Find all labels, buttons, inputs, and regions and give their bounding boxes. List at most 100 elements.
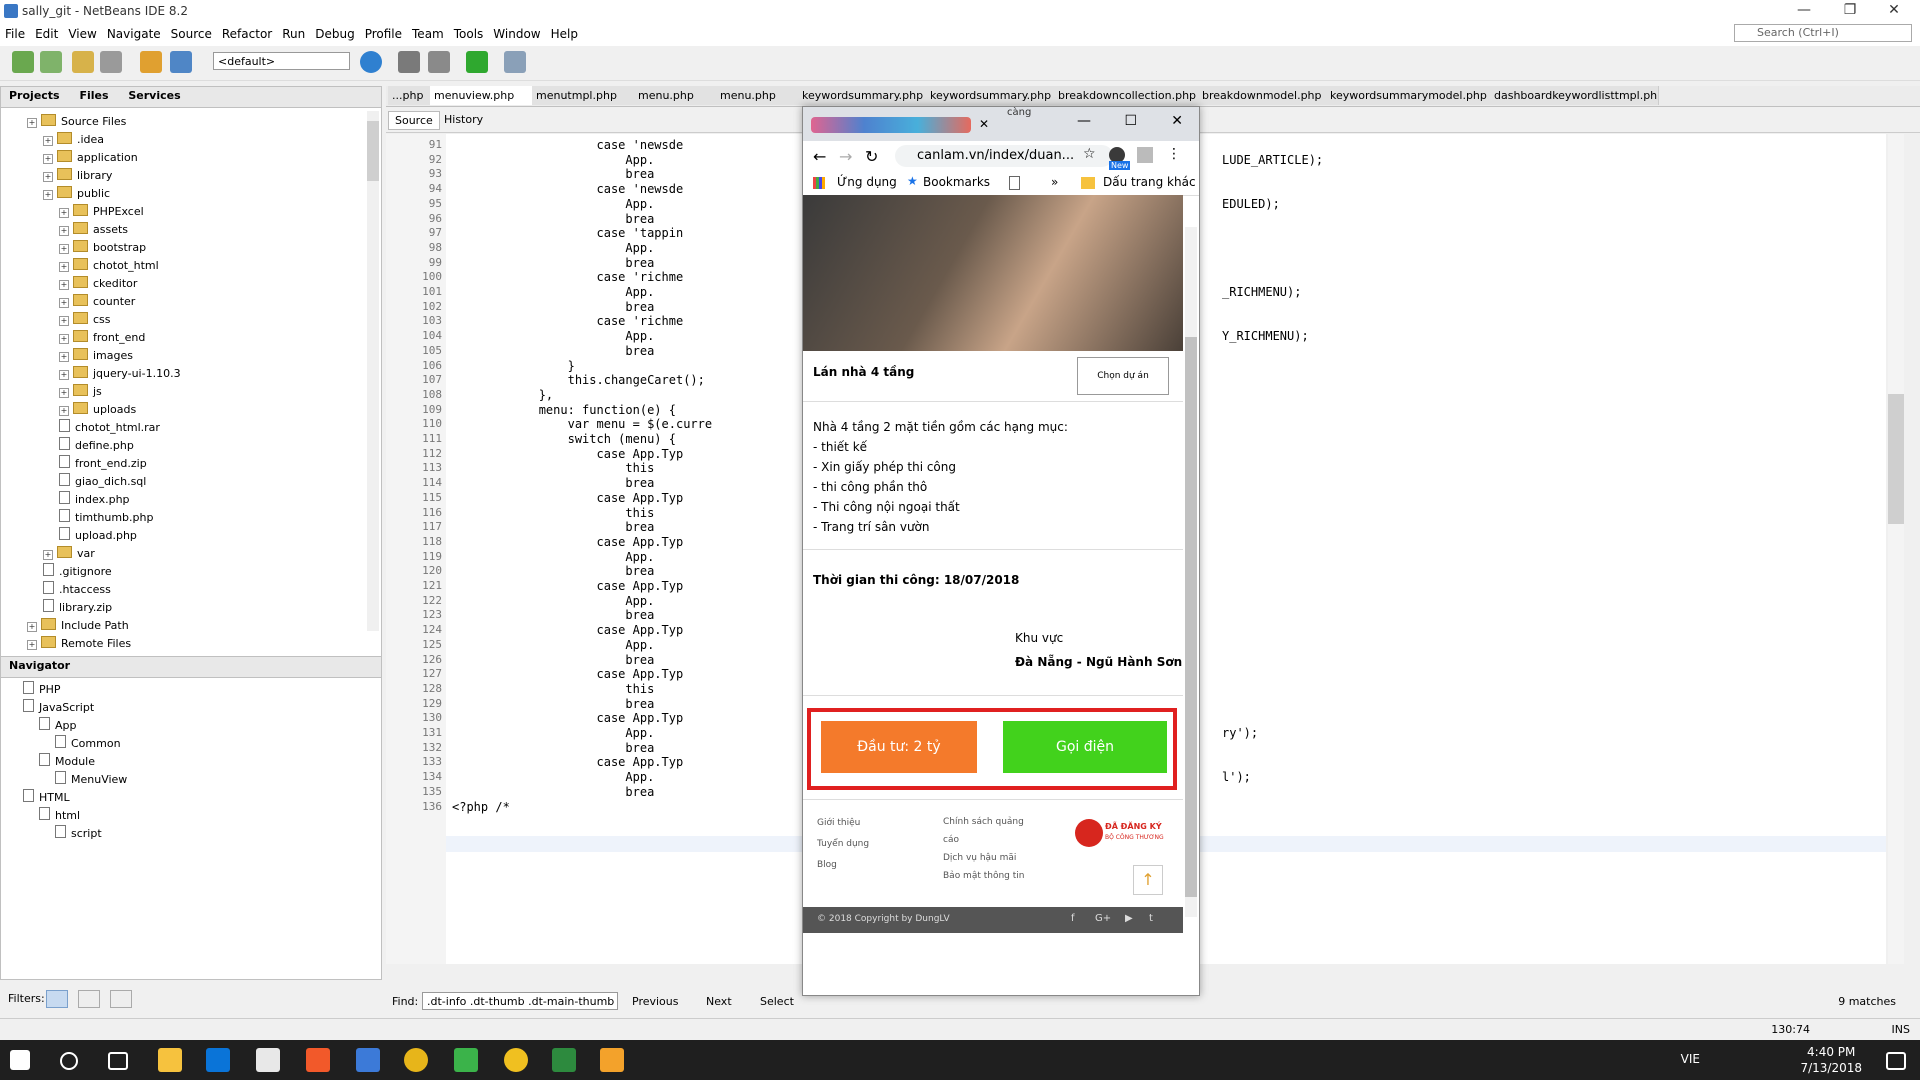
tree-item[interactable]: + Include Path [27,617,129,635]
expand-toggle-icon[interactable]: + [59,226,69,236]
menu-run[interactable]: Run [277,24,310,41]
expand-toggle-icon[interactable]: + [59,316,69,326]
bookmarks-more[interactable]: » [1051,175,1058,189]
expand-toggle-icon[interactable]: + [59,334,69,344]
scroll-top-icon[interactable]: ↑ [1133,865,1163,895]
expand-toggle-icon[interactable]: + [59,352,69,362]
find-next-button[interactable]: Next [706,995,732,1008]
search-icon[interactable] [60,1052,78,1070]
expand-toggle-icon[interactable]: + [43,136,53,146]
editor-scrollbar[interactable] [1888,134,1904,964]
twitter-icon[interactable]: t [1149,913,1153,924]
expand-toggle-icon[interactable]: + [59,388,69,398]
tree-item[interactable]: + bootstrap [59,239,146,257]
tab-projects[interactable]: Projects [1,87,68,104]
tree-item[interactable]: .htaccess [43,581,111,599]
youtube-icon[interactable]: ▶ [1125,913,1133,924]
reload-icon[interactable]: ↻ [865,147,878,166]
tree-item[interactable]: + js [59,383,102,401]
facebook-icon[interactable]: f [1071,913,1075,924]
expand-toggle-icon[interactable]: + [59,280,69,290]
find-input[interactable]: .dt-info .dt-thumb .dt-main-thumb [422,992,618,1010]
tree-item[interactable]: + chotot_html [59,257,159,275]
tree-item[interactable]: + front_end [59,329,145,347]
filter-static-icon[interactable] [110,990,132,1008]
pinned-tabs-icon[interactable] [811,117,971,133]
task-view-icon[interactable] [108,1052,128,1070]
cloud-app-icon[interactable] [600,1048,624,1072]
back-icon[interactable]: ← [813,147,826,166]
config-select[interactable]: <default> [213,52,350,70]
tab-file-menuview[interactable]: menuview.php [430,86,537,105]
open-project-icon[interactable] [72,51,94,73]
tree-item[interactable]: timthumb.php [59,509,153,527]
tree-item[interactable]: chotot_html.rar [59,419,160,437]
navigator-item[interactable]: Common [55,735,121,753]
filter-fields-icon[interactable] [46,990,68,1008]
tree-item[interactable]: + uploads [59,401,136,419]
menu-window[interactable]: Window [488,24,545,41]
tree-item[interactable]: define.php [59,437,134,455]
save-all-icon[interactable] [100,51,122,73]
tree-item[interactable]: + application [43,149,138,167]
tab-file-keywordsummarymodel[interactable]: keywordsummarymodel.php [1326,86,1495,105]
navigator-item[interactable]: Module [39,753,95,771]
undo-icon[interactable] [140,51,162,73]
tab-close-icon[interactable]: ✕ [979,117,989,131]
language-indicator[interactable]: VIE [1681,1052,1700,1066]
footer-link-careers[interactable]: Tuyển dụng [817,834,869,855]
footer-link-blog[interactable]: Blog [817,855,869,876]
tree-item[interactable]: + var [43,545,95,563]
tree-item[interactable]: upload.php [59,527,137,545]
tree-item[interactable]: + .idea [43,131,104,149]
search-input[interactable]: Search (Ctrl+I) [1734,24,1912,42]
navigator-item[interactable]: script [55,825,102,843]
expand-toggle-icon[interactable]: + [43,154,53,164]
tree-item[interactable]: + library [43,167,112,185]
call-button[interactable]: Gọi điện [1003,721,1167,773]
tree-item[interactable]: .gitignore [43,563,112,581]
page-scrollbar[interactable] [1185,227,1197,917]
tab-file-breakdownmodel[interactable]: breakdownmodel.php [1198,86,1331,105]
new-file-icon[interactable] [40,51,62,73]
menu-help[interactable]: Help [546,24,583,41]
tree-item[interactable]: + jquery-ui-1.10.3 [59,365,181,383]
find-select-button[interactable]: Select [760,995,794,1008]
debug-icon[interactable] [504,51,526,73]
bookmark-bookmarks[interactable]: Bookmarks [923,175,990,189]
menu-view[interactable]: View [63,24,101,41]
start-icon[interactable] [10,1050,30,1070]
tree-item[interactable]: + ckeditor [59,275,137,293]
tree-item[interactable]: + Remote Files [27,635,131,653]
tab-file-menu-1[interactable]: menu.php [634,86,721,105]
filter-inherited-icon[interactable] [78,990,100,1008]
navigator-item[interactable]: html [39,807,80,825]
navigator-item[interactable]: JavaScript [23,699,94,717]
footer-link-aftersales[interactable]: Dịch vụ hậu mãi [943,849,1033,867]
footer-link-privacy[interactable]: Bảo mật thông tin [943,867,1033,885]
tab-file-breakdowncollection[interactable]: breakdowncollection.php [1054,86,1203,105]
browser-minimize-icon[interactable]: — [1077,113,1091,129]
expand-toggle-icon[interactable]: + [43,190,53,200]
expand-toggle-icon[interactable]: + [59,208,69,218]
tab-file-keywordsummary-1[interactable]: keywordsummary.php [798,86,931,105]
project-tree-scrollbar[interactable] [367,111,379,631]
expand-toggle-icon[interactable]: + [43,172,53,182]
bookmark-star-icon[interactable]: ☆ [1083,146,1096,162]
tab-file-dashboardkeywordlisttmpl[interactable]: dashboardkeywordlisttmpl.php... [1490,86,1659,105]
tree-item[interactable]: index.php [59,491,130,509]
new-project-icon[interactable] [12,51,34,73]
menu-refactor[interactable]: Refactor [217,24,277,41]
menu-source[interactable]: Source [166,24,217,41]
find-previous-button[interactable]: Previous [632,995,679,1008]
googleplus-icon[interactable]: G+ [1095,913,1111,924]
bookmark-other[interactable]: Dấu trang khác [1103,175,1196,189]
tree-item[interactable]: front_end.zip [59,455,147,473]
tab-services[interactable]: Services [120,87,188,104]
choose-project-button[interactable]: Chọn dự án [1077,357,1169,395]
tab-file-menu-2[interactable]: menu.php [716,86,803,105]
store-icon[interactable] [206,1048,230,1072]
close-icon[interactable]: ✕ [1874,2,1914,18]
tree-item[interactable]: + images [59,347,133,365]
minimize-icon[interactable]: — [1784,2,1824,18]
